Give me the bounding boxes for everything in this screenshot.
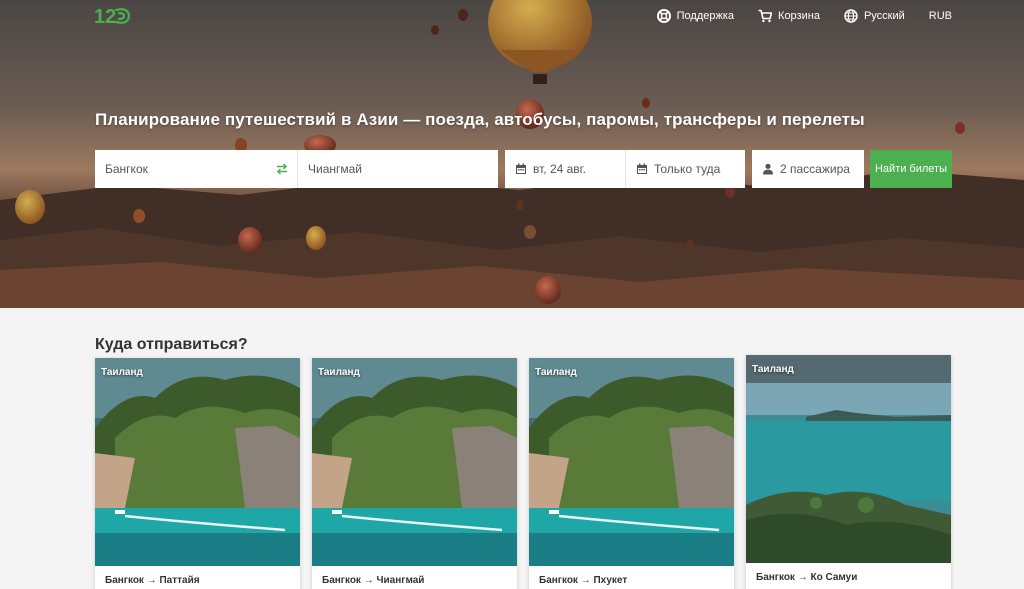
destination-image [95, 358, 300, 566]
to-field[interactable]: Чиангмай [297, 150, 498, 188]
nav-language[interactable]: Русский [844, 9, 905, 23]
nav-currency-label: RUB [928, 10, 952, 22]
country-tag: Таиланд [752, 364, 794, 375]
destination-card[interactable]: Таиланд Бангкок → Пхукет [529, 358, 734, 589]
passengers-value: 2 пассажира [780, 162, 850, 176]
country-tag: Таиланд [318, 367, 360, 378]
logo-12go[interactable]: 12 [94, 4, 132, 33]
country-tag: Таиланд [101, 367, 143, 378]
nav-currency[interactable]: RUB [929, 10, 952, 22]
destination-image [529, 358, 734, 566]
passengers-field[interactable]: 2 пассажира [752, 150, 864, 188]
destination-card[interactable]: Таиланд Бангкок → Ко Самуи [746, 355, 951, 589]
calendar-icon [637, 163, 647, 174]
route-label: Бангкок → Паттайя [105, 575, 200, 586]
svg-text:12: 12 [94, 6, 116, 28]
destination-image [312, 358, 517, 566]
nav-language-label: Русский [863, 10, 905, 22]
nav-cart-label: Корзина [778, 10, 820, 22]
to-value: Чиангмай [308, 162, 363, 176]
nav-cart[interactable]: Корзина [758, 9, 820, 23]
route-label: Бангкок → Ко Самуи [756, 572, 858, 583]
user-icon [763, 163, 773, 175]
destination-cards: Таиланд Бангкок → Паттайя Таиланд Бангко… [95, 355, 951, 589]
nav-support-label: Поддержка [676, 10, 735, 22]
search-form: Бангкок Чиангмай вт, 24 авг. Только туда… [95, 150, 952, 188]
route-label: Бангкок → Пхукет [539, 575, 628, 586]
hero-banner: 12 Поддержка Корзина Русский RUB Планиро… [0, 0, 1024, 308]
destination-card[interactable]: Таиланд Бангкок → Паттайя [95, 358, 300, 589]
country-tag: Таиланд [535, 367, 577, 378]
lifebuoy-icon [656, 9, 671, 23]
find-tickets-button[interactable]: Найти билеты [870, 150, 952, 188]
nav-support[interactable]: Поддержка [656, 9, 735, 23]
destination-image [746, 355, 951, 563]
date-field[interactable]: вт, 24 авг. [505, 150, 625, 188]
destination-card[interactable]: Таиланд Бангкок → Чиангмай [312, 358, 517, 589]
hero-headline: Планирование путешествий в Азии — поезда… [95, 110, 865, 129]
swap-icon[interactable] [275, 162, 289, 176]
from-value: Бангкок [105, 162, 148, 176]
calendar-icon [516, 163, 526, 174]
trip-type-value: Только туда [654, 162, 721, 176]
trip-type-field[interactable]: Только туда [625, 150, 745, 188]
route-label: Бангкок → Чиангмай [322, 575, 425, 586]
from-field[interactable]: Бангкок [95, 150, 297, 188]
destinations-title: Куда отправиться? [95, 336, 248, 353]
date-value: вт, 24 авг. [533, 162, 586, 176]
logo-icon: 12 [94, 6, 131, 28]
cart-icon [758, 9, 773, 23]
top-navigation: Поддержка Корзина Русский RUB [656, 9, 952, 23]
top-bar: 12 Поддержка Корзина Русский RUB [0, 0, 1024, 34]
globe-icon [844, 9, 858, 23]
